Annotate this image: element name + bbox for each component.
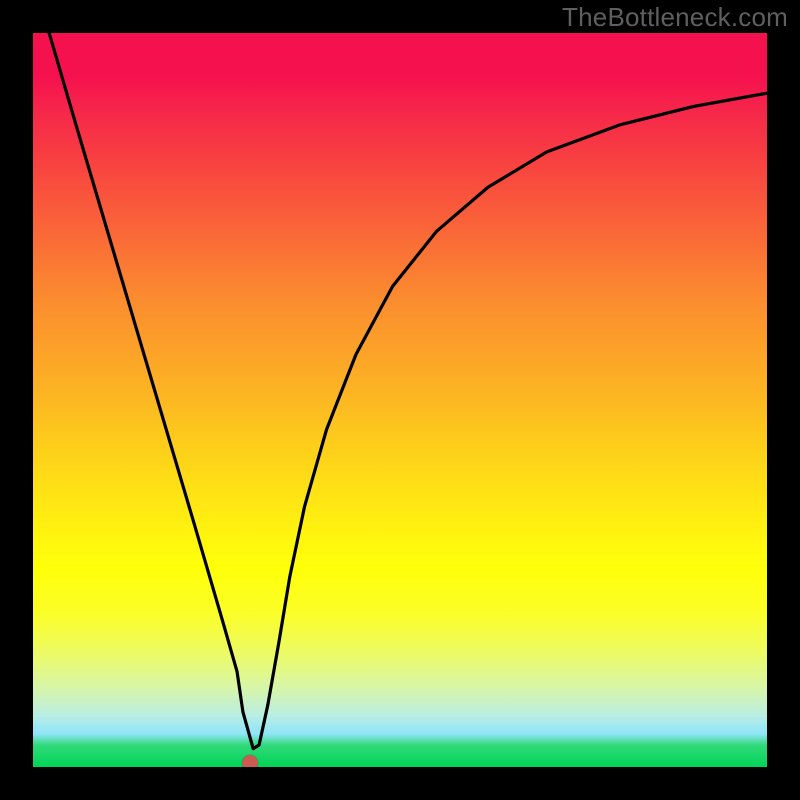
- chart-container: TheBottleneck.com: [0, 0, 800, 800]
- plot-area: [33, 33, 767, 767]
- curve-svg: [33, 33, 767, 767]
- minimum-dot: [242, 755, 258, 767]
- watermark-text: TheBottleneck.com: [562, 2, 788, 33]
- bottleneck-curve: [49, 33, 767, 749]
